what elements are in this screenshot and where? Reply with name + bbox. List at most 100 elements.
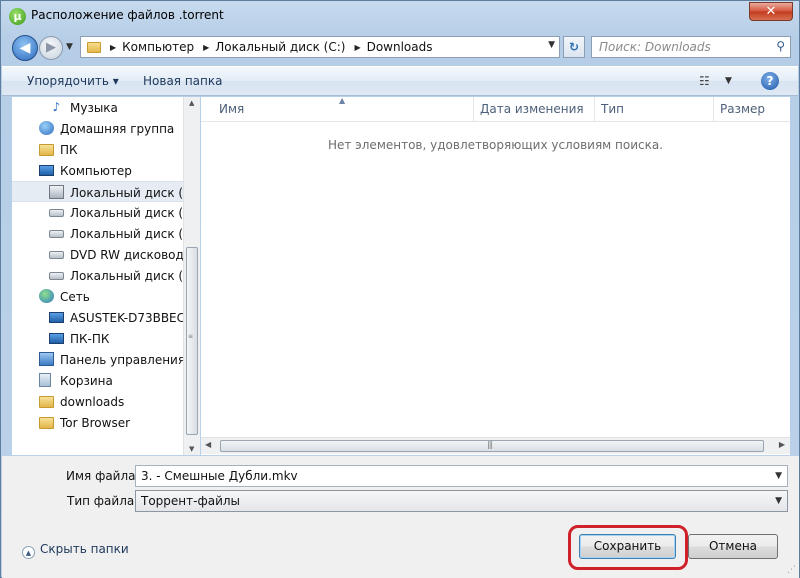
sidebar-item-label: Локальный диск (Y:) [70, 269, 184, 283]
sidebar-item[interactable]: Tor Browser [12, 412, 184, 433]
sidebar-item-label: Локальный диск (D:) [70, 206, 184, 220]
navigation-pane: ♪ Музыка Домашняя группа ПК Компьютер Локальн… [12, 97, 200, 455]
music-icon: ♪ [52, 100, 61, 114]
horizontal-scrollbar[interactable]: ◀ ||| ▶ [201, 437, 790, 454]
sidebar-item[interactable]: Локальный диск (Y:) [12, 265, 184, 286]
scroll-down-icon[interactable]: ▼ [189, 445, 194, 453]
search-icon[interactable]: ⚲ [776, 39, 785, 53]
sidebar-item-label: ПК-ПК [70, 332, 110, 346]
save-button[interactable]: Сохранить [579, 534, 676, 559]
address-bar[interactable]: ▶ Компьютер ▶ Локальный диск (C:) ▶ Down… [80, 36, 560, 58]
sidebar-item[interactable]: Домашняя группа [12, 118, 184, 139]
file-list-pane[interactable]: ▲ Имя Дата изменения Тип Размер Нет элем… [201, 96, 790, 455]
filetype-label: Тип файла: [67, 494, 139, 508]
refresh-icon[interactable]: ↻ [563, 36, 585, 58]
chevron-right-icon[interactable]: ▶ [203, 43, 209, 52]
drive-icon [49, 272, 64, 280]
cancel-button[interactable]: Отмена [688, 534, 778, 559]
sidebar-item[interactable]: Корзина [12, 370, 184, 391]
drive-icon [49, 209, 64, 217]
history-dropdown-icon[interactable]: ▼ [66, 42, 73, 52]
breadcrumb-downloads[interactable]: Downloads [367, 40, 433, 54]
back-arrow-icon[interactable]: ◀ [12, 35, 38, 61]
scrollbar-grip: ||| [487, 440, 493, 449]
sidebar-item[interactable]: ♪ Музыка [12, 97, 184, 118]
nav-vertical-scrollbar[interactable]: ▲ ≡ ▼ [183, 97, 200, 455]
filename-label: Имя файла: [66, 469, 140, 483]
sidebar-item-label: Корзина [60, 374, 113, 388]
column-separator[interactable] [594, 97, 595, 121]
column-separator[interactable] [473, 97, 474, 121]
save-dialog-window: µ Расположение файлов .torrent ✕ ◀ ▶ ▼ ▶… [0, 0, 800, 578]
column-header-row: ▲ Имя Дата изменения Тип Размер [201, 96, 790, 122]
column-name[interactable]: Имя [219, 102, 244, 116]
folder-icon [39, 144, 54, 156]
chevron-down-icon[interactable]: ▼ [548, 40, 555, 50]
sidebar-item[interactable]: downloads [12, 391, 184, 412]
sidebar-item[interactable]: ПК-ПК [12, 328, 184, 349]
sidebar-item-label: Домашняя группа [60, 122, 175, 136]
sidebar-item-label: downloads [60, 395, 125, 409]
sidebar-item-label: Компьютер [60, 164, 132, 178]
scroll-left-icon[interactable]: ◀ [205, 440, 211, 449]
empty-list-message: Нет элементов, удовлетворяющих условиям … [327, 138, 664, 152]
column-separator[interactable] [713, 97, 714, 121]
sidebar-item[interactable]: Локальный диск (E:) [12, 223, 184, 244]
organize-button[interactable]: Упорядочить ▾ [27, 74, 119, 88]
sidebar-item[interactable]: DVD RW дисковод (F [12, 244, 184, 265]
sidebar-item-label: Локальный диск (C:) [70, 186, 186, 200]
breadcrumb-computer[interactable]: Компьютер [122, 40, 194, 54]
scroll-up-icon[interactable]: ▲ [189, 99, 194, 107]
filetype-value: Торрент-файлы [141, 494, 241, 508]
sidebar-item-label: Сеть [60, 290, 90, 304]
scrollbar-thumb[interactable] [186, 247, 198, 435]
filename-field[interactable]: 3. - Смешные Дубли.mkv ▼ [135, 465, 788, 487]
sidebar-item[interactable]: Локальный диск (C:) [12, 181, 186, 202]
column-date-modified[interactable]: Дата изменения [480, 102, 584, 116]
folder-icon [39, 417, 54, 429]
hide-folders-label: Скрыть папки [40, 542, 129, 556]
chevron-right-icon[interactable]: ▶ [354, 43, 360, 52]
computer-icon [49, 312, 64, 323]
recycle-bin-icon [39, 373, 51, 387]
sidebar-item[interactable]: Компьютер [12, 160, 184, 181]
close-button[interactable]: ✕ [749, 2, 793, 21]
scrollbar-grip: ≡ [188, 333, 194, 340]
breadcrumb-local-disk-c[interactable]: Локальный диск (C:) [215, 40, 345, 54]
sidebar-item[interactable]: Панель управления [12, 349, 184, 370]
view-options-icon[interactable]: ☷ [699, 74, 710, 88]
toolbar: Упорядочить ▾ Новая папка ☷ ▼ ? [2, 66, 798, 96]
help-icon[interactable]: ? [761, 72, 779, 90]
network-icon [39, 289, 54, 303]
filename-value[interactable]: 3. - Смешные Дубли.mkv [141, 469, 298, 483]
sidebar-item[interactable]: Сеть [12, 286, 184, 307]
chevron-down-icon[interactable]: ▼ [775, 471, 782, 481]
chevron-down-icon[interactable]: ▼ [775, 496, 782, 506]
chevron-down-icon[interactable]: ▼ [725, 76, 732, 86]
sidebar-item-label: Tor Browser [60, 416, 131, 430]
chevron-right-icon[interactable]: ▶ [110, 43, 116, 52]
folder-icon [39, 396, 54, 408]
column-type[interactable]: Тип [601, 102, 624, 116]
sidebar-item[interactable]: Локальный диск (D:) [12, 202, 184, 223]
new-folder-button[interactable]: Новая папка [143, 74, 222, 88]
sidebar-item[interactable]: ASUSTEK-D73BBEC [12, 307, 184, 328]
resize-grip-icon[interactable]: ⋰ [787, 565, 796, 575]
sidebar-item[interactable]: ПК [12, 139, 184, 160]
window-title: Расположение файлов .torrent [31, 8, 224, 22]
sidebar-item-label: ПК [60, 143, 78, 157]
save-form-panel: Имя файла: 3. - Смешные Дубли.mkv ▼ Тип … [2, 456, 799, 578]
chevron-up-icon: ▲ [22, 546, 35, 559]
column-size[interactable]: Размер [720, 102, 765, 116]
folder-icon [87, 41, 101, 53]
search-input[interactable]: Поиск: Downloads ⚲ [591, 36, 791, 58]
scroll-right-icon[interactable]: ▶ [779, 440, 785, 449]
hide-folders-button[interactable]: ▲ Скрыть папки [22, 542, 129, 559]
utorrent-icon: µ [9, 8, 26, 25]
title-bar[interactable]: µ Расположение файлов .torrent ✕ [1, 1, 799, 31]
search-placeholder: Поиск: Downloads [599, 40, 711, 54]
forward-arrow-icon[interactable]: ▶ [39, 36, 63, 60]
computer-icon [39, 165, 54, 176]
filetype-select[interactable]: Торрент-файлы ▼ [135, 490, 788, 512]
windows-drive-icon [49, 185, 64, 199]
